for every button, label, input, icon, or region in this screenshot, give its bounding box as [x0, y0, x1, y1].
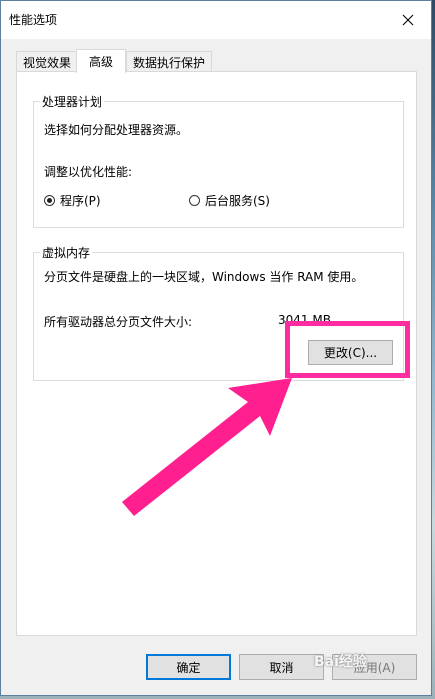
total-paging-value: 3041 MB	[278, 313, 331, 327]
tab-dep[interactable]: 数据执行保护	[126, 51, 212, 72]
processor-scheduling-group: 处理器计划 选择如何分配处理器资源。 调整以优化性能: 程序(P) 后台服务(S…	[33, 93, 404, 228]
tab-advanced[interactable]: 高级	[76, 49, 126, 73]
advanced-panel: 处理器计划 选择如何分配处理器资源。 调整以优化性能: 程序(P) 后台服务(S…	[16, 71, 417, 636]
cancel-button-label: 取消	[269, 660, 294, 675]
change-virtual-memory-button[interactable]: 更改(C)...	[308, 340, 393, 365]
cancel-button[interactable]: 取消	[239, 654, 324, 680]
processor-group-title: 处理器计划	[40, 93, 105, 110]
ok-button[interactable]: 确定	[146, 654, 231, 680]
close-button[interactable]	[385, 1, 431, 39]
window-title: 性能选项	[9, 13, 58, 27]
processor-description: 选择如何分配处理器资源。	[44, 123, 189, 137]
radio-background-services[interactable]: 后台服务(S)	[189, 192, 270, 209]
virtual-memory-group-title: 虚拟内存	[40, 244, 93, 261]
radio-programs-indicator	[44, 195, 55, 206]
radio-background-indicator	[189, 195, 200, 206]
total-paging-label: 所有驱动器总分页文件大小:	[44, 315, 193, 329]
radio-programs-label: 程序(P)	[60, 194, 101, 208]
close-icon	[402, 14, 414, 26]
watermark: Bai经验	[314, 654, 367, 670]
change-button-label: 更改(C)...	[323, 346, 378, 360]
tab-visual-effects[interactable]: 视觉效果	[16, 51, 78, 72]
performance-options-window: 性能选项 视觉效果 高级 数据执行保护 处理器计划 选择如何分配处理器资源。 调…	[0, 0, 432, 696]
virtual-memory-description: 分页文件是硬盘上的一块区域，Windows 当作 RAM 使用。	[44, 270, 364, 284]
tab-label: 数据执行保护	[132, 55, 205, 70]
radio-background-label: 后台服务(S)	[205, 194, 270, 208]
tab-label: 视觉效果	[22, 55, 71, 70]
radio-programs[interactable]: 程序(P)	[44, 192, 101, 209]
ok-button-label: 确定	[176, 660, 201, 675]
virtual-memory-group: 虚拟内存 分页文件是硬盘上的一块区域，Windows 当作 RAM 使用。 所有…	[33, 244, 404, 381]
adjust-label: 调整以优化性能:	[44, 165, 133, 179]
tab-label: 高级	[88, 55, 113, 69]
title-bar[interactable]: 性能选项	[1, 1, 431, 39]
